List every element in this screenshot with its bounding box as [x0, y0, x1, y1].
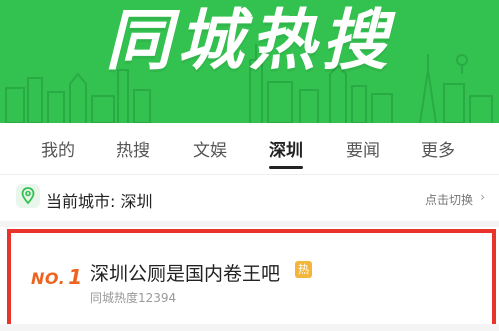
category-tabs: 我的 热搜 文娱 深圳 要闻 更多 — [0, 123, 499, 173]
tab-more[interactable]: 更多 — [408, 136, 468, 161]
hot-badge: 热 — [295, 261, 312, 278]
switch-city-link[interactable]: 点击切换 — [425, 191, 473, 208]
tab-mine[interactable]: 我的 — [28, 136, 88, 161]
tab-shenzhen[interactable]: 深圳 — [256, 136, 316, 161]
tab-hot-search[interactable]: 热搜 — [103, 136, 163, 161]
hot-list-item[interactable]: NO. 1 深圳公厕是国内卷王吧 热 同城热度12394 — [7, 229, 496, 328]
current-city-row: 当前城市: 深圳 点击切换 › — [0, 175, 499, 221]
bottom-strip — [0, 324, 499, 331]
tab-news[interactable]: 要闻 — [333, 136, 393, 161]
rank-prefix: NO. — [31, 269, 66, 288]
tab-entertainment[interactable]: 文娱 — [180, 136, 240, 161]
active-tab-indicator — [269, 166, 303, 169]
hot-item-title[interactable]: 深圳公厕是国内卷王吧 — [90, 259, 280, 286]
chevron-right-icon[interactable]: › — [480, 190, 485, 204]
section-gap — [0, 221, 499, 227]
banner-title: 同城热搜 — [105, 2, 394, 79]
hot-item-heat: 同城热度12394 — [90, 291, 177, 305]
current-city-label: 当前城市: 深圳 — [46, 192, 153, 211]
rank-number: 1 — [68, 265, 83, 289]
banner: 同城热搜 — [0, 0, 499, 123]
rank-label: NO. 1 — [31, 265, 83, 289]
location-pin-icon — [16, 184, 40, 208]
